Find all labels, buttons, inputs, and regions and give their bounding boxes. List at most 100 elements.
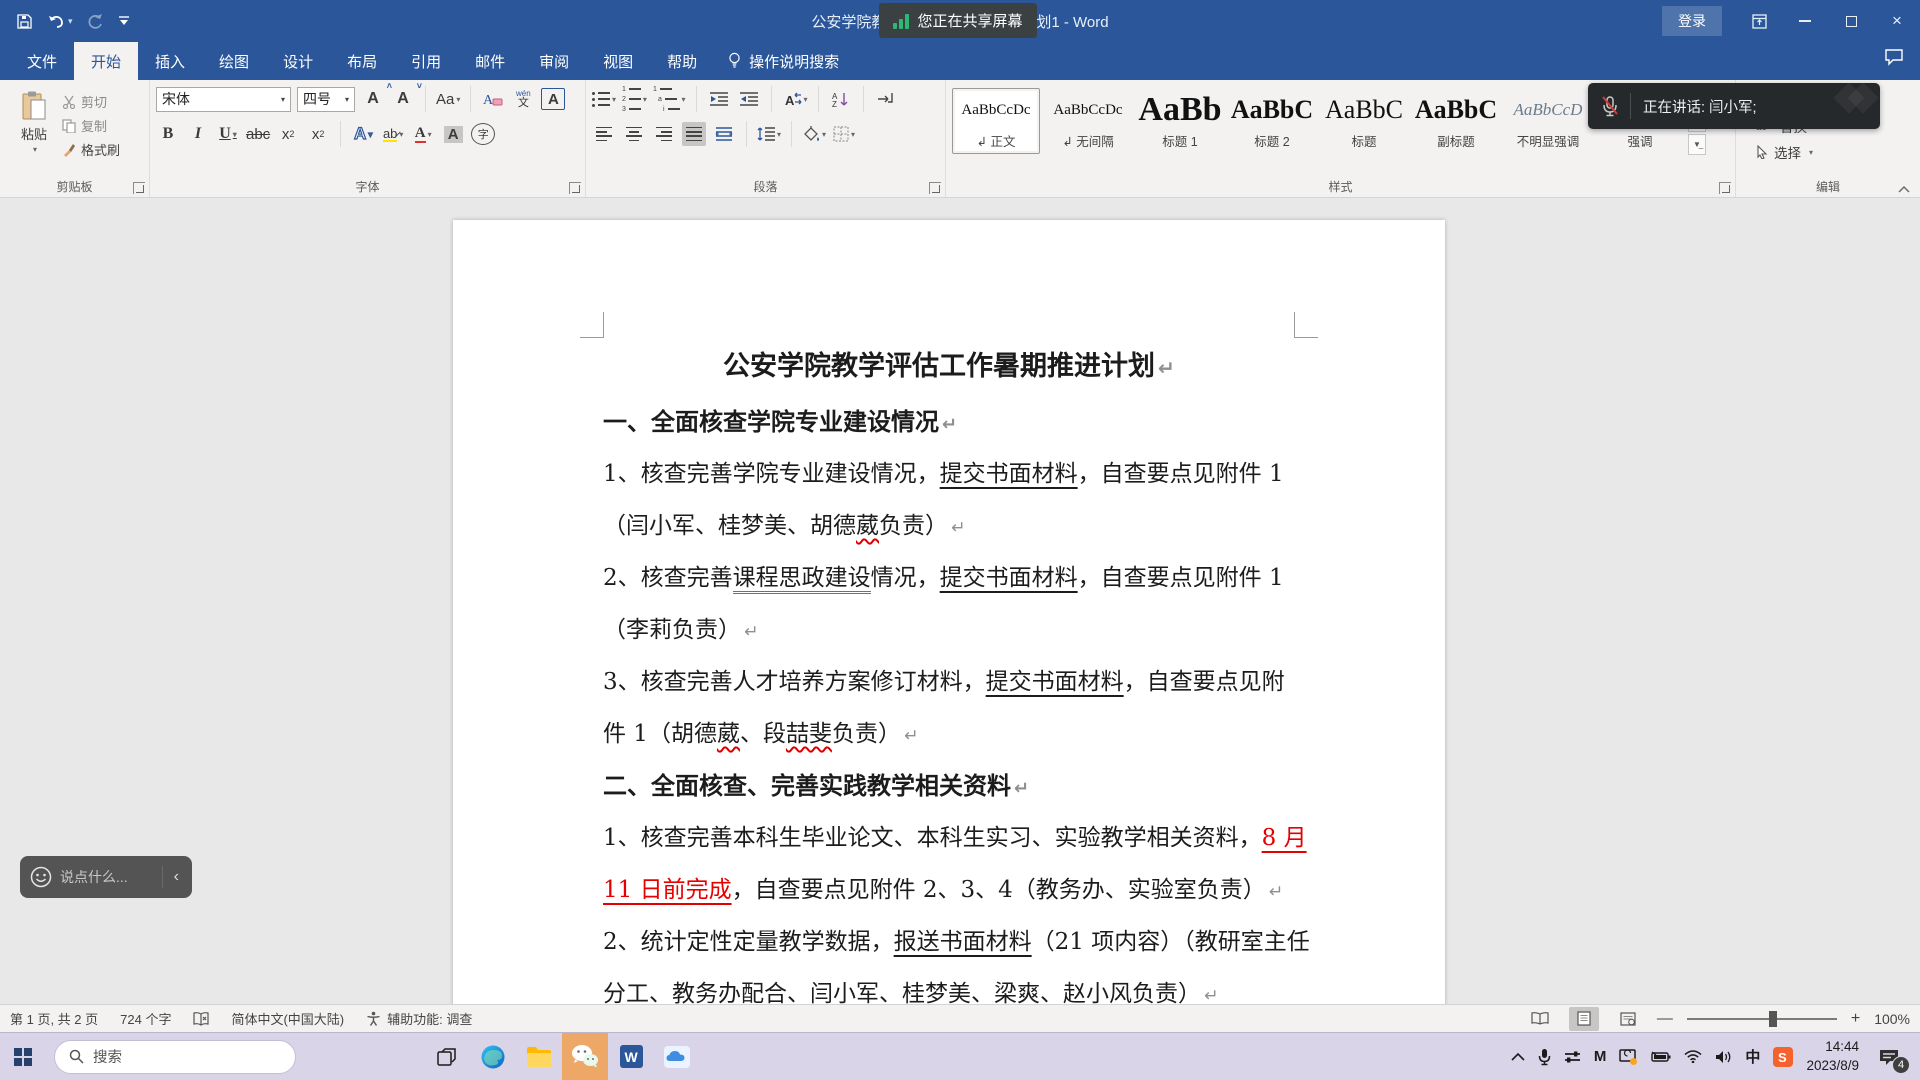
numbering-button[interactable]: 123▾ <box>622 87 647 111</box>
meeting-tray-icon[interactable]: M <box>1594 1048 1607 1065</box>
tab-开始[interactable]: 开始 <box>74 42 138 80</box>
font-family-select[interactable]: 宋体▾ <box>156 87 291 112</box>
read-mode-button[interactable] <box>1525 1007 1555 1031</box>
page-indicator[interactable]: 第 1 页, 共 2 页 <box>10 1009 98 1028</box>
character-border-button[interactable]: A <box>541 88 565 110</box>
font-size-select[interactable]: 四号▾ <box>297 87 355 112</box>
notification-center-button[interactable]: 4 <box>1872 1042 1906 1072</box>
document-content[interactable]: 公安学院教学评估工作暑期推进计划↵一、全面核查学院专业建设情况↵1、核查完善学院… <box>603 338 1295 1004</box>
battery-tray-icon[interactable] <box>1651 1051 1671 1063</box>
tab-文件[interactable]: 文件 <box>10 42 74 80</box>
doc-line[interactable]: 1、核查完善学院专业建设情况，提交书面材料，自查要点见附件 1 <box>603 448 1295 500</box>
bold-button[interactable]: B <box>156 122 180 146</box>
audio-mixer-tray-icon[interactable] <box>1564 1050 1581 1064</box>
style-card-正文[interactable]: AaBbCcDc↲ 正文 <box>952 88 1040 154</box>
zoom-level[interactable]: 100% <box>1874 1011 1910 1027</box>
collapse-ribbon-button[interactable] <box>1898 185 1910 193</box>
align-right-button[interactable] <box>652 122 676 146</box>
style-card-副标题[interactable]: AaBbC副标题 <box>1412 88 1500 154</box>
line-spacing-button[interactable]: ▾ <box>757 122 781 146</box>
styles-more-button[interactable]: ▼̲ <box>1688 134 1706 155</box>
tab-帮助[interactable]: 帮助 <box>650 42 714 80</box>
chat-input-placeholder[interactable]: 说点什么... <box>60 867 154 887</box>
undo-button[interactable]: ▾ <box>47 14 73 29</box>
word-icon[interactable]: W <box>608 1033 654 1080</box>
tray-expand-icon[interactable] <box>1511 1052 1525 1061</box>
clear-formatting-button[interactable]: A <box>481 87 505 111</box>
zoom-out-button[interactable]: — <box>1657 1010 1673 1028</box>
file-explorer-icon[interactable] <box>516 1033 562 1080</box>
accessibility-indicator[interactable]: 辅助功能: 调查 <box>366 1009 472 1028</box>
meeting-chat-bar[interactable]: 说点什么... ‹ <box>20 856 192 898</box>
style-card-标题[interactable]: AaBbC标题 <box>1320 88 1408 154</box>
doc-line[interactable]: 11 日前完成，自查要点见附件 2、3、4（教务办、实验室负责）↵ <box>603 864 1295 916</box>
phonetic-guide-button[interactable]: wén文 <box>511 87 535 111</box>
zoom-in-button[interactable]: + <box>1851 1010 1860 1028</box>
tell-me-search[interactable]: 操作说明搜索 <box>714 42 853 80</box>
zoom-slider[interactable] <box>1687 1018 1837 1020</box>
enclose-characters-button[interactable]: 字 <box>471 123 495 145</box>
doc-line[interactable]: （闫小军、桂梦美、胡德葳负责）↵ <box>603 500 1295 552</box>
language-indicator[interactable]: 简体中文(中国大陆) <box>231 1009 344 1028</box>
shading-button[interactable]: ▾ <box>802 122 826 146</box>
doc-line[interactable]: （李莉负责）↵ <box>603 604 1295 656</box>
taskbar-search[interactable]: 搜索 <box>54 1040 296 1074</box>
text-effects-button[interactable]: A▾ <box>351 122 375 146</box>
tab-设计[interactable]: 设计 <box>266 42 330 80</box>
shrink-font-button[interactable]: A˅ <box>391 87 415 111</box>
asian-layout-button[interactable]: A▾ <box>782 87 808 111</box>
print-layout-button[interactable] <box>1569 1007 1599 1031</box>
taskbar-clock[interactable]: 14:44 2023/8/9 <box>1806 1038 1859 1074</box>
word-count[interactable]: 724 个字 <box>120 1009 171 1028</box>
doc-line[interactable]: 一、全面核查学院专业建设情况↵ <box>603 396 1295 448</box>
doc-line[interactable]: 件 1（胡德葳、段喆斐负责）↵ <box>603 708 1295 760</box>
justify-button[interactable] <box>682 122 706 146</box>
font-dialog-launcher[interactable] <box>569 182 581 194</box>
doc-line[interactable]: 分工、教务办配合、闫小军、桂梦美、梁爽、赵小风负责）↵ <box>603 968 1295 1004</box>
tab-审阅[interactable]: 审阅 <box>522 42 586 80</box>
tab-视图[interactable]: 视图 <box>586 42 650 80</box>
clipboard-dialog-launcher[interactable] <box>133 182 145 194</box>
select-button[interactable]: 选择▾ <box>1756 142 1914 162</box>
grow-font-button[interactable]: A˄ <box>361 87 385 111</box>
volume-tray-icon[interactable] <box>1715 1050 1732 1064</box>
emoji-icon[interactable] <box>30 866 52 888</box>
edge-icon[interactable] <box>470 1033 516 1080</box>
minimize-button[interactable] <box>1782 0 1828 42</box>
chat-collapse-button[interactable]: ‹ <box>171 868 182 886</box>
close-button[interactable]: × <box>1874 0 1920 42</box>
document-canvas[interactable]: 公安学院教学评估工作暑期推进计划↵一、全面核查学院专业建设情况↵1、核查完善学院… <box>0 198 1920 1004</box>
screen-share-tray-icon[interactable] <box>1619 1049 1638 1065</box>
comments-icon[interactable] <box>1884 48 1904 66</box>
doc-line[interactable]: 公安学院教学评估工作暑期推进计划↵ <box>603 338 1295 396</box>
align-center-button[interactable] <box>622 122 646 146</box>
doc-line[interactable]: 1、核查完善本科生毕业论文、本科生实习、实验教学相关资料，8 月 <box>603 812 1295 864</box>
doc-line[interactable]: 二、全面核查、完善实践教学相关资料↵ <box>603 760 1295 812</box>
tab-引用[interactable]: 引用 <box>394 42 458 80</box>
change-case-button[interactable]: Aa▾ <box>436 87 460 111</box>
superscript-button[interactable]: x2 <box>306 122 330 146</box>
start-button[interactable] <box>0 1033 46 1080</box>
borders-button[interactable]: ▾ <box>832 122 856 146</box>
signin-button[interactable]: 登录 <box>1662 6 1722 36</box>
increase-indent-button[interactable] <box>737 87 761 111</box>
italic-button[interactable]: I <box>186 122 210 146</box>
task-view-button[interactable] <box>424 1033 470 1080</box>
tab-布局[interactable]: 布局 <box>330 42 394 80</box>
maximize-button[interactable] <box>1828 0 1874 42</box>
wechat-icon[interactable] <box>562 1033 608 1080</box>
zoom-slider-thumb[interactable] <box>1769 1011 1777 1027</box>
style-card-不明显强调[interactable]: AaBbCcD不明显强调 <box>1504 88 1592 154</box>
save-icon[interactable] <box>16 13 33 30</box>
bullets-button[interactable]: ▾ <box>592 87 616 111</box>
cut-button[interactable]: 剪切 <box>62 92 120 111</box>
redo-button[interactable] <box>87 13 104 29</box>
character-shading-button[interactable]: A <box>441 122 465 146</box>
customize-qat-icon[interactable] <box>118 16 130 26</box>
style-card-标题 2[interactable]: AaBbC标题 2 <box>1228 88 1316 154</box>
multilevel-list-button[interactable]: 1ai▾ <box>653 87 686 111</box>
tab-插入[interactable]: 插入 <box>138 42 202 80</box>
style-card-标题 1[interactable]: AaBb标题 1 <box>1136 88 1224 154</box>
subscript-button[interactable]: x2 <box>276 122 300 146</box>
paste-button[interactable]: 粘贴 ▾ <box>6 86 62 177</box>
